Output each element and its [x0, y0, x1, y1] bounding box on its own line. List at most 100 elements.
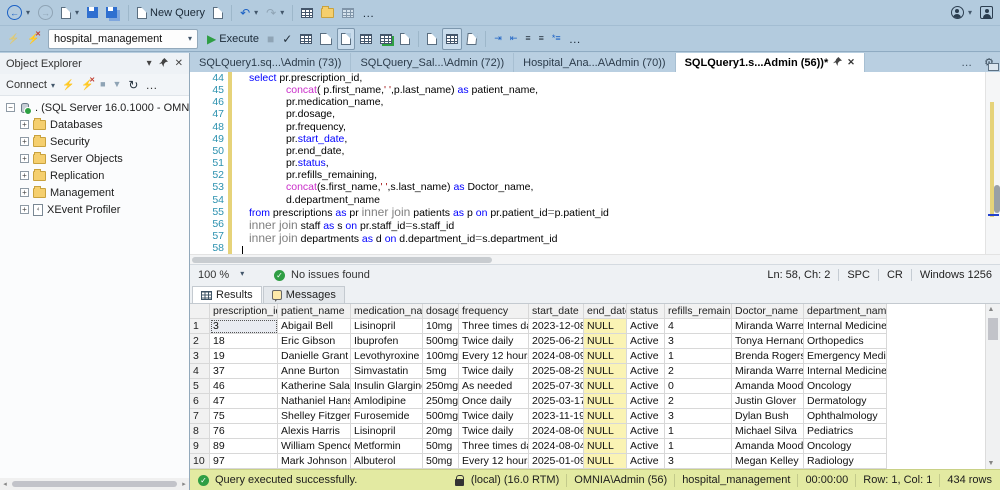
- grid-cell[interactable]: 3: [210, 319, 278, 334]
- grid-cell[interactable]: 2024-08-04: [529, 439, 584, 454]
- grid-cell[interactable]: Megan Kelley: [732, 454, 804, 469]
- grid-cell[interactable]: NULL: [584, 334, 627, 349]
- tab-messages[interactable]: Messages: [263, 286, 345, 303]
- change-connection-button[interactable]: [24, 28, 42, 50]
- pin-icon[interactable]: [159, 58, 168, 70]
- grid-cell[interactable]: 47: [210, 394, 278, 409]
- tree-item-server-objects[interactable]: +Server Objects: [0, 150, 189, 167]
- client-stats-button[interactable]: [397, 28, 413, 50]
- grid-cell[interactable]: Nathaniel Hansen: [278, 394, 351, 409]
- estimated-plan-button[interactable]: [297, 28, 315, 50]
- grid-cell[interactable]: 2: [665, 394, 732, 409]
- grid-cell[interactable]: 1: [190, 319, 210, 334]
- column-header[interactable]: status: [627, 304, 665, 319]
- connect-button[interactable]: [4, 28, 22, 50]
- query-options-button[interactable]: [317, 28, 335, 50]
- code-line-55[interactable]: from prescriptions as pr inner join pati…: [236, 206, 985, 219]
- code-line-48[interactable]: pr.frequency,: [236, 121, 985, 133]
- grid-cell[interactable]: Twice daily: [459, 424, 529, 439]
- grid-cell[interactable]: Orthopedics: [804, 334, 887, 349]
- column-header[interactable]: medication_name: [351, 304, 423, 319]
- grid-cell[interactable]: 6: [190, 394, 210, 409]
- grid-cell[interactable]: 7: [190, 409, 210, 424]
- grid-cell[interactable]: Mark Johnson: [278, 454, 351, 469]
- document-tab-3[interactable]: Hospital_Ana...A\Admin (70)): [514, 53, 675, 72]
- grid-cell[interactable]: 18: [210, 334, 278, 349]
- column-header[interactable]: Doctor_name: [732, 304, 804, 319]
- grid-cell[interactable]: Brenda Rogers: [732, 349, 804, 364]
- grid-cell[interactable]: William Spencer: [278, 439, 351, 454]
- scroll-right-icon[interactable]: ▸: [179, 480, 189, 488]
- sign-in-button[interactable]: [977, 2, 996, 24]
- grid-cell[interactable]: 0: [665, 379, 732, 394]
- code-line-54[interactable]: d.department_name: [236, 194, 985, 206]
- grid-cell[interactable]: 4: [190, 364, 210, 379]
- split-editor-handle[interactable]: [988, 63, 999, 71]
- grid-cell[interactable]: 10: [190, 454, 210, 469]
- grid-cell[interactable]: Oncology: [804, 439, 887, 454]
- oe-stop-icon[interactable]: ■: [100, 80, 105, 89]
- oe-connect-button[interactable]: Connect ▾: [6, 79, 55, 91]
- code-lines[interactable]: select pr.prescription_id,concat( p.firs…: [236, 72, 985, 254]
- code-line-49[interactable]: pr.start_date,: [236, 133, 985, 145]
- grid-cell[interactable]: Emergency Medicine: [804, 349, 887, 364]
- grid-cell[interactable]: Amlodipine: [351, 394, 423, 409]
- grid-cell[interactable]: NULL: [584, 319, 627, 334]
- save-all-button[interactable]: [103, 2, 123, 24]
- navigate-forward-button[interactable]: →: [35, 2, 56, 24]
- grid-cell[interactable]: 500mg: [423, 409, 459, 424]
- execute-button[interactable]: ▶Execute: [204, 28, 262, 50]
- grid-cell[interactable]: Tonya Hernandez: [732, 334, 804, 349]
- oe-overflow-icon[interactable]: …: [145, 79, 157, 91]
- grid-cell[interactable]: NULL: [584, 394, 627, 409]
- grid-cell[interactable]: Active: [627, 334, 665, 349]
- line-ending[interactable]: CR: [887, 269, 903, 281]
- grid-cell[interactable]: 19: [210, 349, 278, 364]
- grid-cell[interactable]: 2025-03-17: [529, 394, 584, 409]
- grid-cell[interactable]: 3: [665, 334, 732, 349]
- grid-cell[interactable]: Dylan Bush: [732, 409, 804, 424]
- grid-cell[interactable]: 3: [665, 454, 732, 469]
- grid-cell[interactable]: Active: [627, 394, 665, 409]
- parse-button[interactable]: ✓: [279, 28, 295, 50]
- grid-cell[interactable]: Pediatrics: [804, 424, 887, 439]
- grid-cell[interactable]: 2025-08-29: [529, 364, 584, 379]
- column-header[interactable]: department_name: [804, 304, 887, 319]
- grid-cell[interactable]: 5mg: [423, 364, 459, 379]
- grid-cell[interactable]: Miranda Warren: [732, 319, 804, 334]
- grid-cell[interactable]: 3: [190, 349, 210, 364]
- grid-cell[interactable]: Ophthalmology: [804, 409, 887, 424]
- grid-cell[interactable]: Active: [627, 409, 665, 424]
- object-explorer-hscrollbar[interactable]: ◂ ▸: [0, 478, 189, 490]
- tree-item-xevent-profiler[interactable]: +⁴XEvent Profiler: [0, 201, 189, 218]
- grid-cell[interactable]: 1: [665, 439, 732, 454]
- grid-cell[interactable]: Dermatology: [804, 394, 887, 409]
- expand-icon[interactable]: +: [20, 154, 29, 163]
- space-mode[interactable]: SPC: [847, 269, 870, 281]
- scroll-up-icon[interactable]: ▲: [986, 306, 996, 313]
- editor-vscroll-thumb[interactable]: [994, 185, 1000, 213]
- tree-item-replication[interactable]: +Replication: [0, 167, 189, 184]
- oe-refresh-icon[interactable]: ↻: [128, 79, 138, 91]
- grid-cell[interactable]: Every 12 hours: [459, 454, 529, 469]
- grid-cell[interactable]: 2023-11-19: [529, 409, 584, 424]
- results-to-file-button[interactable]: [464, 28, 480, 50]
- document-tab-4[interactable]: SQLQuery1.s...Admin (56))*✕: [676, 53, 865, 72]
- grid-cell[interactable]: 2: [190, 334, 210, 349]
- increase-indent-button[interactable]: ≡: [536, 28, 547, 50]
- tree-item-databases[interactable]: +Databases: [0, 116, 189, 133]
- grid-cell[interactable]: 97: [210, 454, 278, 469]
- expand-icon[interactable]: +: [20, 205, 29, 214]
- grid-cell[interactable]: Abigail Bell: [278, 319, 351, 334]
- template-values-button[interactable]: *≡: [549, 28, 564, 50]
- grid-cell[interactable]: Miranda Warren: [732, 364, 804, 379]
- oe-connect-icon[interactable]: [62, 79, 74, 91]
- results-grid[interactable]: prescription_idpatient_namemedication_na…: [190, 304, 985, 469]
- grid-cell[interactable]: Active: [627, 349, 665, 364]
- column-header[interactable]: frequency: [459, 304, 529, 319]
- query-toolbar-overflow[interactable]: …: [566, 28, 584, 50]
- collapse-icon[interactable]: −: [6, 103, 15, 112]
- grid-cell[interactable]: Alexis Harris: [278, 424, 351, 439]
- code-line-47[interactable]: pr.dosage,: [236, 108, 985, 120]
- tree-item-security[interactable]: +Security: [0, 133, 189, 150]
